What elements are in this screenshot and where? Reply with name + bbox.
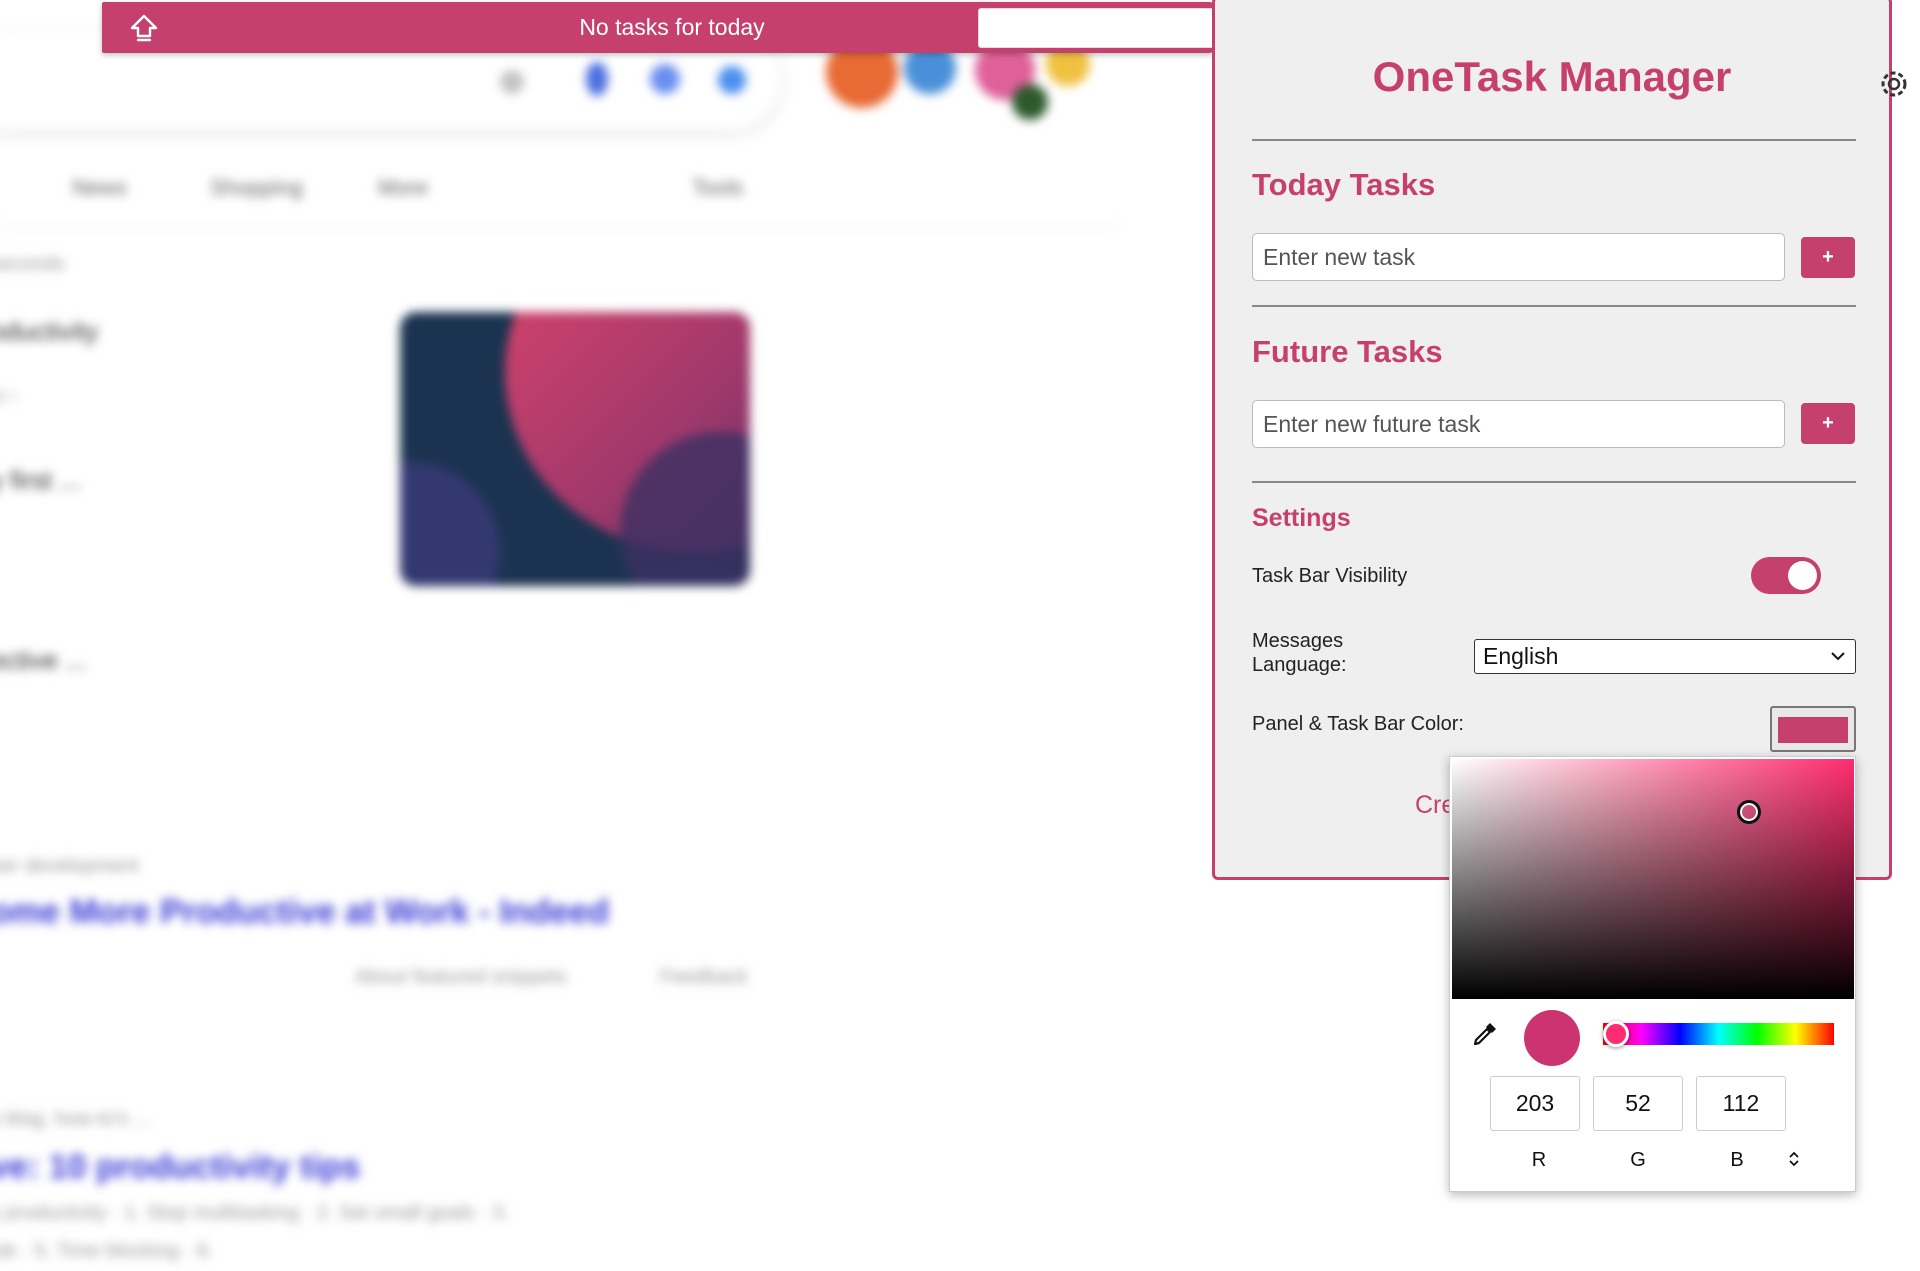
divider xyxy=(1252,139,1856,141)
onetask-panel: OneTask Manager Today Tasks + Future Tas… xyxy=(1212,0,1892,880)
snippet-text: seconds xyxy=(0,253,65,275)
language-select[interactable]: English xyxy=(1474,639,1856,674)
toggle-knob xyxy=(1788,561,1817,590)
color-picker-button[interactable] xyxy=(1770,706,1856,752)
language-label-line2: Language: xyxy=(1252,654,1347,676)
today-task-input[interactable] xyxy=(1252,233,1785,281)
divider xyxy=(0,226,1120,227)
add-today-task-button[interactable]: + xyxy=(1801,237,1855,278)
nav-item-news: News xyxy=(72,175,128,200)
nav-item-shopping: Shopping xyxy=(210,175,303,200)
task-bar-input[interactable] xyxy=(978,8,1218,48)
snippet-text: y productivity · 1. Stop multitasking · … xyxy=(0,1202,510,1224)
hue-slider[interactable] xyxy=(1603,1023,1834,1045)
color-swatch xyxy=(1778,717,1848,743)
result-link: ome More Productive at Work - Indeed xyxy=(0,893,610,931)
search-icon xyxy=(718,66,746,94)
settings-heading: Settings xyxy=(1252,504,1351,532)
snippet-text: ective ... xyxy=(0,645,87,675)
home-arrow-icon[interactable] xyxy=(129,13,159,43)
snippet-text: About featured snippets xyxy=(355,966,567,988)
nav-item-more: More xyxy=(378,175,429,200)
blue-label: B xyxy=(1730,1149,1744,1171)
add-future-task-button[interactable]: + xyxy=(1801,403,1855,444)
snippet-text: Feedback xyxy=(660,966,748,988)
clear-icon xyxy=(500,70,524,94)
snippet-text: ule · 5. Time blocking · 6. xyxy=(0,1240,214,1262)
snippet-text: eer development xyxy=(0,855,139,877)
color-label: Panel & Task Bar Color: xyxy=(1252,713,1464,735)
result-link: ve: 10 productivity tips xyxy=(0,1148,361,1186)
color-picker-popup: 203 52 112 R G B xyxy=(1449,756,1856,1192)
color-preview xyxy=(1524,1010,1580,1066)
language-select-value: English xyxy=(1483,643,1559,669)
nav-item-tools: Tools xyxy=(692,175,744,200)
snippet-text: s › xyxy=(0,385,17,407)
snippet-text: y blog, how-to's ... xyxy=(0,1108,151,1130)
today-tasks-heading: Today Tasks xyxy=(1252,167,1436,202)
task-bar: No tasks for today xyxy=(102,2,1218,53)
saturation-value-handle[interactable] xyxy=(1737,800,1761,824)
blue-input[interactable]: 112 xyxy=(1696,1076,1786,1131)
snippet-text: y first ... xyxy=(0,465,81,495)
up-down-chevron-icon[interactable] xyxy=(1786,1148,1802,1170)
hue-slider-handle[interactable] xyxy=(1603,1021,1629,1047)
red-label: R xyxy=(1531,1149,1547,1171)
saturation-value-area[interactable] xyxy=(1452,759,1854,999)
task-bar-message: No tasks for today xyxy=(579,14,765,40)
gear-icon[interactable] xyxy=(1876,66,1912,102)
red-input[interactable]: 203 xyxy=(1490,1076,1580,1131)
green-label: G xyxy=(1630,1149,1646,1171)
snippet-text: oductivity xyxy=(0,316,99,346)
chevron-down-icon xyxy=(1831,652,1845,661)
divider xyxy=(1252,305,1856,307)
lens-icon xyxy=(650,64,680,94)
task-bar-visibility-toggle[interactable] xyxy=(1751,557,1821,594)
messages-language-label: Messages Language: xyxy=(1252,629,1347,677)
divider xyxy=(1252,481,1856,483)
future-tasks-heading: Future Tasks xyxy=(1252,334,1443,369)
panel-title: OneTask Manager xyxy=(1372,53,1732,100)
saturation-gradient xyxy=(1452,759,1854,999)
language-label-line1: Messages xyxy=(1252,630,1344,652)
future-task-input[interactable] xyxy=(1252,400,1785,448)
eyedropper-icon[interactable] xyxy=(1470,1019,1500,1049)
task-bar-visibility-label: Task Bar Visibility xyxy=(1252,565,1408,587)
green-input[interactable]: 52 xyxy=(1593,1076,1683,1131)
result-image xyxy=(400,312,750,586)
mic-icon xyxy=(586,62,608,96)
